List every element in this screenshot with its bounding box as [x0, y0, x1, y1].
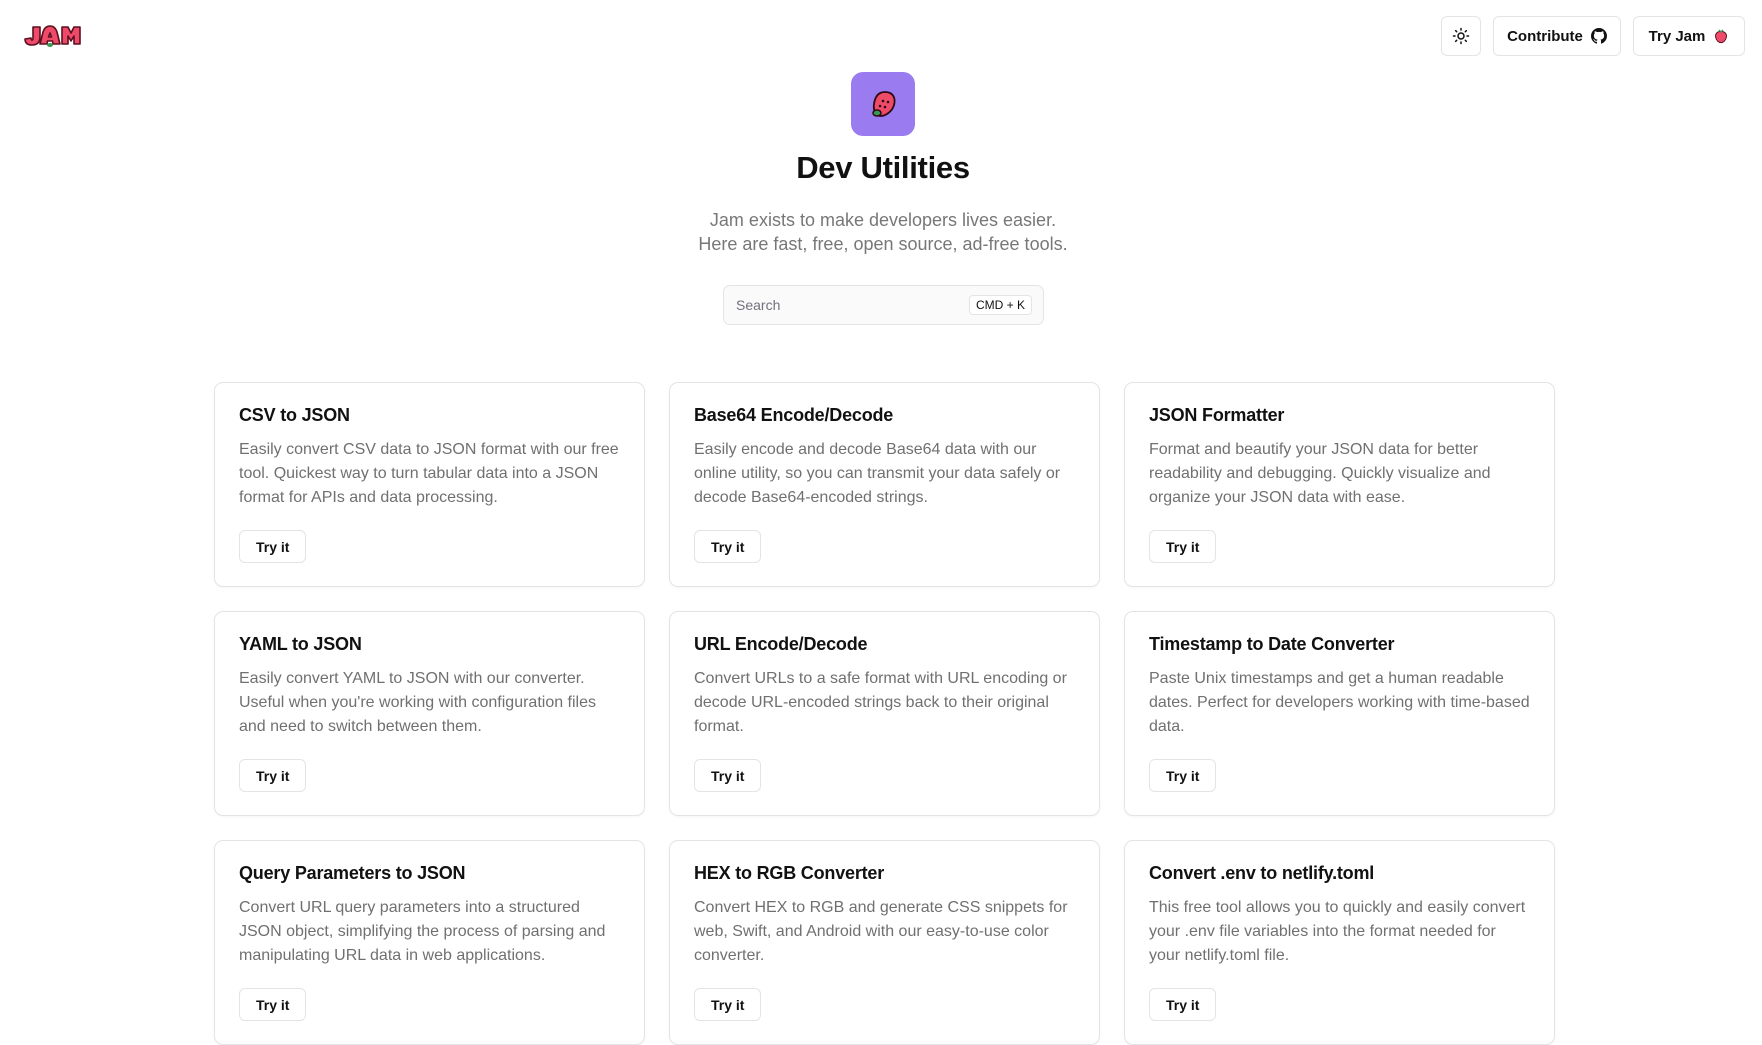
- try-it-button[interactable]: Try it: [1149, 530, 1217, 563]
- contribute-button[interactable]: Contribute: [1493, 16, 1621, 56]
- tool-card-url-encode: URL Encode/Decode Convert URLs to a safe…: [669, 611, 1100, 816]
- strawberry-icon: [872, 91, 896, 117]
- tool-card-title: Base64 Encode/Decode: [694, 405, 894, 425]
- try-jam-label: Try Jam: [1648, 27, 1706, 45]
- page-subtitle: Jam exists to make developers lives easi…: [0, 208, 1762, 256]
- tool-card-hex-to-rgb: HEX to RGB Converter Convert HEX to RGB …: [669, 840, 1100, 1045]
- top-navigation: Contribute Try Jam: [0, 0, 1762, 72]
- tool-card-env-to-netlify: Convert .env to netlify.toml This free t…: [1124, 840, 1555, 1045]
- tool-card-description: Easily encode and decode Base64 data wit…: [694, 441, 1061, 506]
- try-it-button[interactable]: Try it: [239, 530, 307, 563]
- tool-card-description: Paste Unix timestamps and get a human re…: [1149, 670, 1530, 735]
- try-it-button[interactable]: Try it: [694, 530, 762, 563]
- tools-grid: CSV to JSON Easily convert CSV data to J…: [214, 382, 1556, 1045]
- try-it-button[interactable]: Try it: [694, 988, 762, 1021]
- tool-card-title: Convert .env to netlify.toml: [1149, 863, 1375, 883]
- try-it-button[interactable]: Try it: [1149, 759, 1217, 792]
- tool-card-description: Easily convert YAML to JSON with our con…: [239, 670, 597, 735]
- tool-card-description: Format and beautify your JSON data for b…: [1149, 441, 1491, 506]
- try-it-button[interactable]: Try it: [239, 988, 307, 1021]
- page-title: Dev Utilities: [796, 150, 970, 185]
- tool-card-yaml-to-json: YAML to JSON Easily convert YAML to JSON…: [214, 611, 645, 816]
- theme-toggle-button[interactable]: [1441, 16, 1481, 56]
- jam-logo[interactable]: [24, 22, 82, 48]
- tool-card-title: URL Encode/Decode: [694, 634, 868, 654]
- sun-icon: [1452, 27, 1470, 45]
- tool-card-description: Convert URLs to a safe format with URL e…: [694, 670, 1067, 735]
- tool-card-json-formatter: JSON Formatter Format and beautify your …: [1124, 382, 1555, 587]
- tool-card-description: Convert HEX to RGB and generate CSS snip…: [694, 899, 1068, 964]
- contribute-label: Contribute: [1507, 27, 1583, 45]
- strawberry-icon: [1715, 29, 1728, 44]
- subtitle-line-1: Jam exists to make developers lives easi…: [709, 210, 1057, 230]
- tool-card-title: CSV to JSON: [239, 405, 350, 425]
- tool-card-title: Timestamp to Date Converter: [1149, 634, 1395, 654]
- tool-card-title: Query Parameters to JSON: [239, 863, 466, 883]
- tool-card-description: Easily convert CSV data to JSON format w…: [239, 441, 619, 506]
- try-it-button[interactable]: Try it: [1149, 988, 1217, 1021]
- tool-card-description: Convert URL query parameters into a stru…: [239, 899, 606, 964]
- search-box[interactable]: CMD + K: [723, 285, 1044, 325]
- search-shortcut-badge: CMD + K: [968, 295, 1032, 315]
- tool-card-description: This free tool allows you to quickly and…: [1149, 899, 1526, 964]
- tool-card-base64: Base64 Encode/Decode Easily encode and d…: [669, 382, 1100, 587]
- subtitle-line-2: Here are fast, free, open source, ad-fre…: [698, 234, 1068, 254]
- search-input[interactable]: [736, 297, 969, 313]
- github-icon: [1590, 28, 1607, 44]
- hero-app-icon: [851, 72, 915, 136]
- try-it-button[interactable]: Try it: [694, 759, 762, 792]
- tool-card-query-params: Query Parameters to JSON Convert URL que…: [214, 840, 645, 1045]
- try-it-button[interactable]: Try it: [239, 759, 307, 792]
- tool-card-csv-to-json: CSV to JSON Easily convert CSV data to J…: [214, 382, 645, 587]
- tool-card-title: YAML to JSON: [239, 634, 362, 654]
- tool-card-timestamp: Timestamp to Date Converter Paste Unix t…: [1124, 611, 1555, 816]
- tool-card-title: JSON Formatter: [1149, 405, 1285, 425]
- try-jam-button[interactable]: Try Jam: [1633, 16, 1745, 56]
- tool-card-title: HEX to RGB Converter: [694, 863, 885, 883]
